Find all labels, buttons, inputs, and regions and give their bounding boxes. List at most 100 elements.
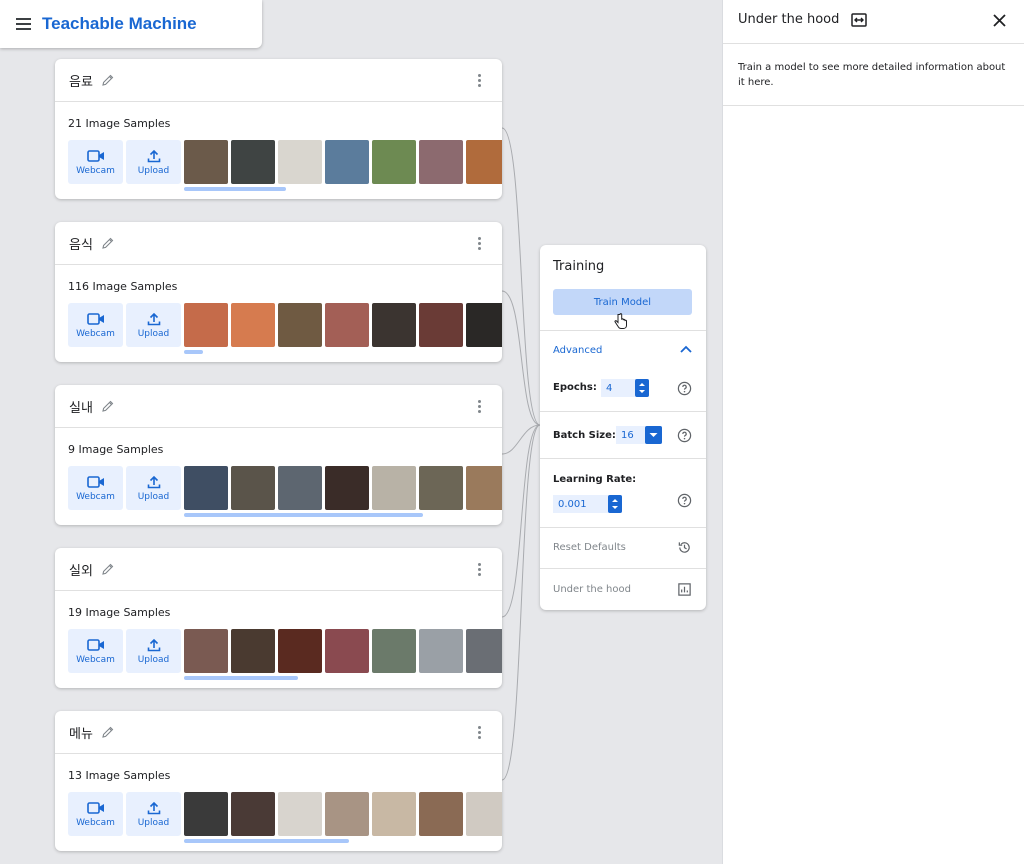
- batch-size-value: 16: [621, 429, 634, 441]
- learning-rate-input[interactable]: 0.001: [553, 495, 622, 513]
- sample-thumbnail[interactable]: [419, 629, 463, 673]
- help-icon[interactable]: [677, 428, 692, 443]
- pencil-icon[interactable]: [101, 725, 115, 739]
- advanced-toggle[interactable]: Advanced: [553, 345, 602, 356]
- close-icon[interactable]: [992, 13, 1007, 28]
- class-name[interactable]: 음료: [69, 71, 93, 90]
- train-model-button[interactable]: Train Model: [553, 289, 692, 315]
- sample-thumbnail[interactable]: [372, 140, 416, 184]
- sample-thumbnail[interactable]: [325, 303, 369, 347]
- sample-thumbnail[interactable]: [325, 792, 369, 836]
- sample-thumbnail[interactable]: [466, 140, 502, 184]
- thumbnail-scrollbar[interactable]: [184, 676, 298, 680]
- pencil-icon[interactable]: [101, 562, 115, 576]
- divider: [540, 527, 706, 528]
- class-name[interactable]: 실내: [69, 397, 93, 416]
- upload-icon: [147, 475, 160, 488]
- sample-thumbnail[interactable]: [419, 466, 463, 510]
- webcam-button[interactable]: Webcam: [68, 140, 123, 184]
- sample-thumbnail[interactable]: [184, 140, 228, 184]
- sample-thumbnail[interactable]: [372, 303, 416, 347]
- class-name[interactable]: 실외: [69, 560, 93, 579]
- more-options-icon[interactable]: [478, 74, 482, 88]
- webcam-button-label: Webcam: [76, 654, 115, 665]
- webcam-button[interactable]: Webcam: [68, 466, 123, 510]
- sample-thumbnail[interactable]: [372, 792, 416, 836]
- batch-size-dropdown[interactable]: [645, 426, 662, 444]
- upload-button[interactable]: Upload: [126, 303, 181, 347]
- sample-thumbnail[interactable]: [184, 466, 228, 510]
- sample-thumbnail[interactable]: [466, 303, 502, 347]
- webcam-button[interactable]: Webcam: [68, 629, 123, 673]
- learning-rate-stepper[interactable]: [608, 495, 622, 513]
- more-options-icon[interactable]: [478, 563, 482, 577]
- thumbnail-scrollbar[interactable]: [184, 513, 423, 517]
- divider: [540, 568, 706, 569]
- class-card-header: 실외: [55, 548, 502, 591]
- upload-button[interactable]: Upload: [126, 140, 181, 184]
- sample-thumbnail[interactable]: [184, 629, 228, 673]
- more-options-icon[interactable]: [478, 400, 482, 414]
- thumbnail-scrollbar[interactable]: [184, 187, 286, 191]
- batch-size-select[interactable]: 16: [616, 426, 662, 444]
- class-card: 실내 9 Image Samples Webcam Upload: [55, 385, 502, 525]
- bar-chart-icon[interactable]: [677, 582, 692, 597]
- hamburger-menu-icon[interactable]: [16, 18, 32, 30]
- sample-thumbnail[interactable]: [325, 629, 369, 673]
- epochs-label: Epochs:: [553, 382, 597, 393]
- reset-defaults-button[interactable]: Reset Defaults: [553, 542, 626, 553]
- sample-thumbnail[interactable]: [278, 140, 322, 184]
- epochs-stepper[interactable]: [635, 379, 649, 397]
- class-card: 실외 19 Image Samples Webcam Upload: [55, 548, 502, 688]
- sample-thumbnail[interactable]: [325, 466, 369, 510]
- sample-thumbnail[interactable]: [372, 629, 416, 673]
- upload-button[interactable]: Upload: [126, 629, 181, 673]
- sample-thumbnail[interactable]: [231, 629, 275, 673]
- class-card-header: 메뉴: [55, 711, 502, 754]
- sample-thumbnail[interactable]: [231, 140, 275, 184]
- pencil-icon[interactable]: [101, 236, 115, 250]
- pencil-icon[interactable]: [101, 73, 115, 87]
- more-options-icon[interactable]: [478, 237, 482, 251]
- thumbnail-scrollbar[interactable]: [184, 350, 203, 354]
- training-title: Training: [553, 259, 605, 274]
- chevron-up-icon[interactable]: [679, 344, 693, 354]
- sample-thumbnail[interactable]: [466, 792, 502, 836]
- upload-button[interactable]: Upload: [126, 466, 181, 510]
- sample-thumbnail[interactable]: [231, 303, 275, 347]
- sample-thumbnail[interactable]: [278, 303, 322, 347]
- sample-thumbnail[interactable]: [419, 140, 463, 184]
- sample-thumbnail[interactable]: [372, 466, 416, 510]
- sample-thumbnail[interactable]: [278, 629, 322, 673]
- pencil-icon[interactable]: [101, 399, 115, 413]
- sample-thumbnail[interactable]: [278, 466, 322, 510]
- sample-thumbnail[interactable]: [231, 466, 275, 510]
- help-icon[interactable]: [677, 493, 692, 508]
- sample-thumbnail[interactable]: [184, 303, 228, 347]
- sample-thumbnail[interactable]: [419, 792, 463, 836]
- upload-button[interactable]: Upload: [126, 792, 181, 836]
- sample-count: 21 Image Samples: [68, 117, 171, 130]
- sample-thumbnail[interactable]: [466, 466, 502, 510]
- webcam-icon: [86, 801, 104, 814]
- history-icon[interactable]: [677, 540, 692, 555]
- help-icon[interactable]: [677, 381, 692, 396]
- webcam-button[interactable]: Webcam: [68, 303, 123, 347]
- sample-thumbnail[interactable]: [231, 792, 275, 836]
- divider: [540, 330, 706, 331]
- thumbnail-scrollbar[interactable]: [184, 839, 349, 843]
- class-name[interactable]: 음식: [69, 234, 93, 253]
- sample-thumbnail[interactable]: [184, 792, 228, 836]
- under-the-hood-button[interactable]: Under the hood: [553, 584, 631, 595]
- more-options-icon[interactable]: [478, 726, 482, 740]
- sample-thumbnails: [184, 466, 502, 510]
- epochs-input[interactable]: 4: [601, 379, 649, 397]
- expand-panel-icon[interactable]: [851, 13, 867, 27]
- webcam-button[interactable]: Webcam: [68, 792, 123, 836]
- class-name[interactable]: 메뉴: [69, 723, 93, 742]
- sample-thumbnail[interactable]: [278, 792, 322, 836]
- sample-thumbnail[interactable]: [419, 303, 463, 347]
- sample-thumbnail[interactable]: [466, 629, 502, 673]
- sample-thumbnail[interactable]: [325, 140, 369, 184]
- hood-panel-description: Train a model to see more detailed infor…: [738, 62, 1006, 88]
